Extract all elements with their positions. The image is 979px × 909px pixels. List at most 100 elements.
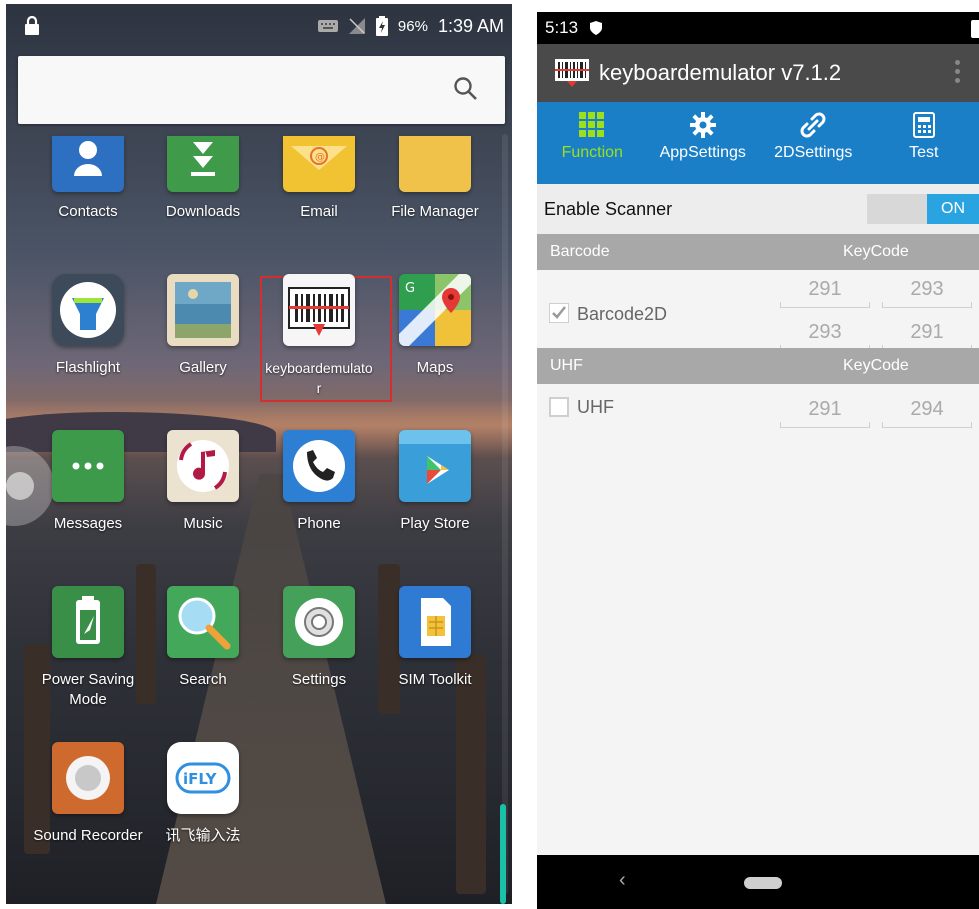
toggle-state: ON <box>927 194 979 224</box>
play-store-icon <box>399 430 471 502</box>
messages-icon <box>52 430 124 502</box>
svg-text:G: G <box>405 281 415 296</box>
app-gallery[interactable]: Gallery <box>147 274 259 378</box>
app-label: Messages <box>53 515 123 532</box>
battery-percent: 96% <box>397 17 428 35</box>
tab-test[interactable]: Test <box>869 102 979 184</box>
app-contacts[interactable]: Contacts <box>32 136 144 222</box>
tab-label: 2DSettings <box>774 144 853 161</box>
gallery-icon <box>167 274 239 346</box>
enable-scanner-label: Enable Scanner <box>544 198 673 219</box>
lock-icon <box>25 16 39 35</box>
app-ifly[interactable]: iFLY 讯飞输入法 <box>147 742 259 846</box>
svg-text:@: @ <box>315 152 325 163</box>
tab-label: Function <box>561 144 623 161</box>
status-time: 5:13 <box>545 18 579 37</box>
battery-charging-icon <box>375 16 388 36</box>
email-icon: @ <box>283 136 355 192</box>
app-phone[interactable]: Phone <box>263 430 375 534</box>
barcode2d-label: Barcode2D <box>577 304 668 324</box>
tab-bar: Function AppSettings 2DSettings Test <box>537 102 979 184</box>
app-messages[interactable]: Messages <box>32 430 144 534</box>
file-manager-icon <box>399 136 471 192</box>
app-label: Maps <box>416 359 454 376</box>
app-label: Search <box>179 671 227 688</box>
app-downloads[interactable]: Downloads <box>147 136 259 222</box>
shield-icon <box>590 21 603 35</box>
link-icon <box>800 112 826 138</box>
app-label: Play Store <box>400 515 470 532</box>
uhf-row: UHF 291 294 <box>537 384 979 440</box>
tab-label: Test <box>909 144 939 161</box>
keycode-field[interactable]: 291 <box>780 398 870 428</box>
tab-appsettings[interactable]: AppSettings <box>648 102 759 184</box>
app-search[interactable]: Search <box>147 586 259 690</box>
sim-toolkit-icon <box>399 586 471 658</box>
keycode-header: KeyCode <box>843 357 909 374</box>
enable-scanner-row: Enable Scanner ON <box>537 184 979 234</box>
keycode-field[interactable]: 291 <box>780 278 870 308</box>
app-settings[interactable]: Settings <box>263 586 375 690</box>
app-drawer-scrollbar[interactable] <box>500 804 506 904</box>
search-bar[interactable] <box>18 56 505 124</box>
app-email[interactable]: @ Email <box>263 136 375 222</box>
app-label: Email <box>300 203 338 220</box>
app-maps[interactable]: G Maps <box>379 274 491 378</box>
barcode-icon <box>555 59 589 87</box>
search-app-icon <box>167 586 239 658</box>
home-pill[interactable] <box>744 877 782 889</box>
launcher-screen: 96% 1:39 AM Contacts Downloads @ Email F… <box>6 4 512 904</box>
checkmark-icon <box>549 303 569 323</box>
app-label: Phone <box>297 515 341 532</box>
uhf-label: UHF <box>577 397 614 417</box>
app-flashlight[interactable]: Flashlight <box>32 274 144 378</box>
app-label: Contacts <box>58 203 118 220</box>
power-saving-icon <box>52 586 124 658</box>
search-icon[interactable] <box>453 76 479 102</box>
barcode-section-header: Barcode KeyCode <box>537 234 979 270</box>
wallpaper-post <box>456 654 486 894</box>
keycode-field[interactable]: 291 <box>882 321 972 351</box>
flashlight-icon <box>52 274 124 346</box>
barcode2d-checkbox[interactable] <box>549 303 569 323</box>
app-keyboardemulator[interactable]: keyboardemulator <box>263 274 375 398</box>
overflow-menu-icon[interactable] <box>955 60 961 86</box>
app-music[interactable]: Music <box>147 430 259 534</box>
keycode-header: KeyCode <box>843 243 909 260</box>
app-power-saving-mode[interactable]: Power Saving Mode <box>32 586 144 710</box>
app-label: File Manager <box>391 203 479 220</box>
barcode2d-row: Barcode2D 291 293 293 291 <box>537 270 979 356</box>
keycode-field[interactable]: 293 <box>780 321 870 351</box>
app-file-manager[interactable]: File Manager <box>379 136 491 222</box>
gear-icon <box>689 112 716 138</box>
app-label: 讯飞输入法 <box>165 827 241 844</box>
tab-2dsettings[interactable]: 2DSettings <box>758 102 869 184</box>
keycode-field[interactable]: 293 <box>882 278 972 308</box>
downloads-icon <box>167 136 239 192</box>
app-label: Downloads <box>165 203 241 220</box>
status-time: 1:39 AM <box>437 15 504 36</box>
keycode-field[interactable]: 294 <box>882 398 972 428</box>
tab-function[interactable]: Function <box>537 102 648 184</box>
app-label: SIM Toolkit <box>398 671 472 688</box>
music-icon <box>167 430 239 502</box>
grid-icon <box>579 112 605 137</box>
no-signal-icon <box>348 18 365 34</box>
back-button[interactable]: ‹ <box>619 869 626 892</box>
app-label: keyboardemulator <box>265 360 373 396</box>
enable-scanner-toggle[interactable]: ON <box>867 194 979 224</box>
status-bar: 96% 1:39 AM <box>6 4 512 48</box>
ifly-icon: iFLY <box>167 742 239 814</box>
app-bar: keyboardemulator v7.1.2 <box>537 44 979 102</box>
app-label: Music <box>183 515 223 532</box>
app-sim-toolkit[interactable]: SIM Toolkit <box>379 586 491 690</box>
navigation-bar: ‹ <box>537 855 979 909</box>
app-label: Sound Recorder <box>33 827 143 844</box>
uhf-section-header: UHF KeyCode <box>537 348 979 384</box>
barcode-icon <box>283 274 355 346</box>
uhf-checkbox[interactable] <box>549 397 569 417</box>
app-sound-recorder[interactable]: Sound Recorder <box>32 742 144 846</box>
section-title: UHF <box>550 357 583 374</box>
app-play-store[interactable]: Play Store <box>379 430 491 534</box>
contacts-icon <box>52 136 124 192</box>
